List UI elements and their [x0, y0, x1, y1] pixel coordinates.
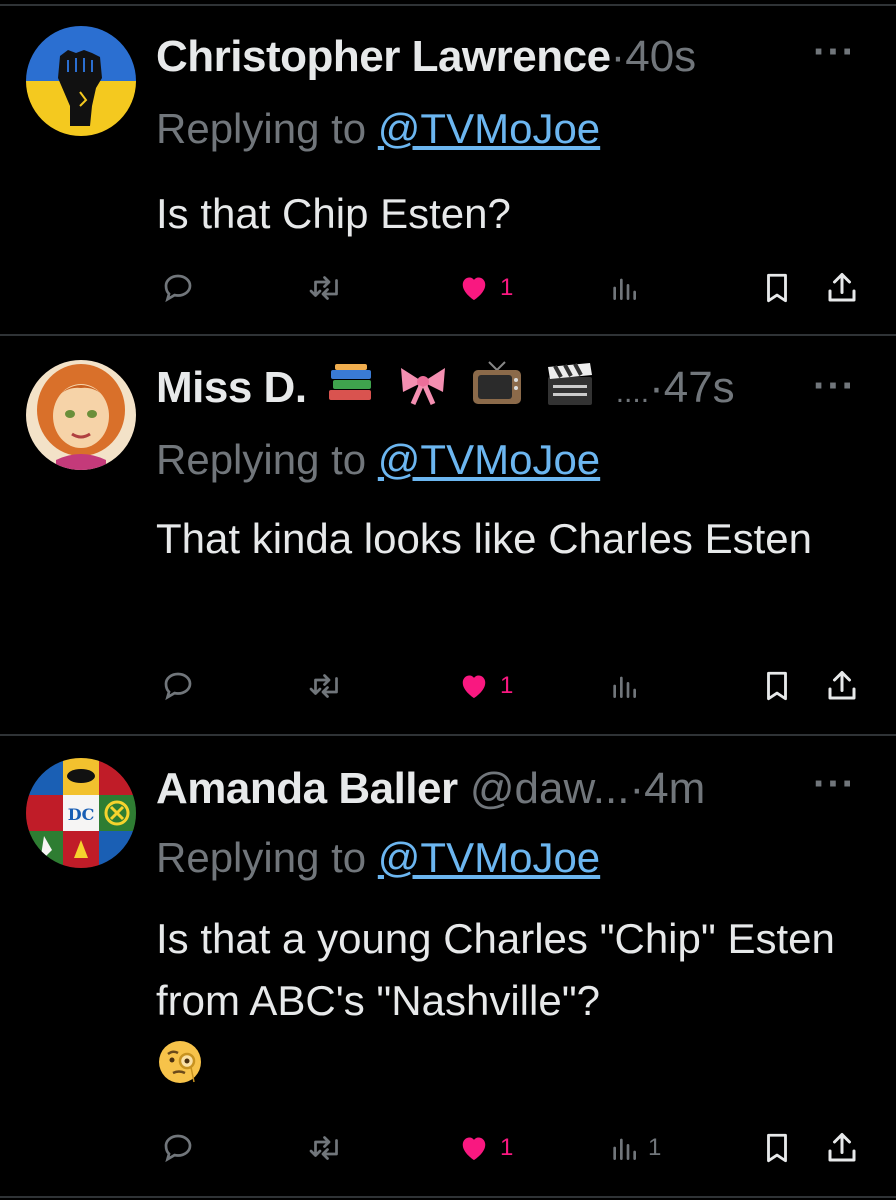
replying-to: Replying to @TVMoJoe	[156, 103, 600, 155]
replying-handle-link[interactable]: @TVMoJoe	[378, 105, 600, 152]
television-emoji-icon	[471, 360, 523, 421]
share-button[interactable]	[824, 1128, 860, 1168]
avatar-miss-d[interactable]	[26, 360, 136, 470]
retweet-button[interactable]	[306, 268, 346, 308]
views-button[interactable]	[608, 666, 648, 706]
clapper-board-emoji-icon	[545, 361, 595, 420]
heart-icon	[462, 277, 486, 300]
retweet-icon	[309, 674, 338, 698]
tweet-3[interactable]: DC Amanda Baller @daw...·4m ··· Replying…	[0, 736, 896, 1200]
tweet-header: Miss D. ....·47s	[156, 360, 735, 421]
more-options-button[interactable]: ···	[813, 364, 856, 409]
tweet-text: Is that a young Charles "Chip" Esten fro…	[156, 908, 856, 1090]
like-button[interactable]: 1	[456, 1128, 513, 1168]
replying-label: Replying to	[156, 436, 367, 483]
retweet-icon	[309, 276, 338, 300]
name-overflow: ....	[615, 376, 650, 410]
display-name[interactable]: Amanda Baller	[156, 764, 458, 813]
timestamp[interactable]: 47s	[664, 363, 735, 412]
views-icon	[613, 278, 636, 300]
share-button[interactable]	[824, 268, 860, 308]
replying-handle-link[interactable]: @TVMoJoe	[378, 834, 600, 881]
reply-button[interactable]	[160, 268, 196, 308]
timestamp[interactable]: 4m	[644, 764, 705, 813]
reply-button[interactable]	[160, 666, 196, 706]
more-options-button[interactable]: ···	[813, 762, 856, 807]
tweet-text: Is that Chip Esten?	[156, 190, 511, 237]
heart-icon	[462, 675, 486, 698]
bookmark-icon	[767, 671, 787, 701]
reply-icon	[164, 1134, 192, 1163]
like-count: 1	[500, 1134, 514, 1161]
like-count: 1	[500, 274, 514, 301]
timestamp[interactable]: 40s	[625, 32, 696, 81]
action-bar: 1 1	[156, 1128, 866, 1168]
tweet-header: Amanda Baller @daw...·4m	[156, 762, 705, 816]
action-bar: 1	[156, 268, 866, 308]
avatar-christopher[interactable]	[26, 26, 136, 136]
like-count: 1	[500, 672, 514, 699]
heart-icon	[462, 1137, 486, 1160]
bookmark-button[interactable]	[760, 1128, 794, 1168]
like-button[interactable]: 1	[456, 666, 513, 706]
display-name[interactable]: Miss D.	[156, 363, 307, 412]
ribbon-emoji-icon	[397, 362, 449, 419]
avatar-amanda[interactable]: DC	[26, 758, 136, 868]
reply-button[interactable]	[160, 1128, 196, 1168]
view-count: 1	[648, 1134, 662, 1161]
reply-icon	[164, 274, 192, 303]
tweet-text: That kinda looks like Charles Esten	[156, 515, 812, 562]
replying-handle-link[interactable]: @TVMoJoe	[378, 436, 600, 483]
tweet-2[interactable]: Miss D. ....·47s ··· Replying to @TVMoJo…	[0, 336, 896, 734]
like-button[interactable]: 1	[456, 268, 513, 308]
replying-to: Replying to @TVMoJoe	[156, 832, 600, 884]
divider	[0, 1196, 896, 1198]
views-button[interactable]	[608, 268, 648, 308]
replying-label: Replying to	[156, 834, 367, 881]
more-options-button[interactable]: ···	[813, 30, 856, 75]
separator: ·	[610, 32, 626, 81]
retweet-icon	[309, 1136, 338, 1160]
user-handle[interactable]: @daw...	[470, 764, 630, 813]
share-icon	[828, 671, 856, 700]
tweet-1[interactable]: Christopher Lawrence·40s ··· Replying to…	[0, 0, 896, 334]
views-icon	[613, 676, 636, 698]
tweet-text-content: Is that a young Charles "Chip" Esten fro…	[156, 915, 835, 1024]
separator: ·	[629, 764, 645, 813]
views-icon	[613, 1138, 636, 1160]
svg-text:DC: DC	[68, 805, 95, 824]
separator: ·	[649, 363, 664, 413]
tweet-header: Christopher Lawrence·40s	[156, 30, 696, 84]
share-button[interactable]	[824, 666, 860, 706]
share-icon	[828, 273, 856, 302]
share-icon	[828, 1133, 856, 1162]
display-name[interactable]: Christopher Lawrence	[156, 32, 611, 81]
replying-to: Replying to @TVMoJoe	[156, 434, 600, 486]
retweet-button[interactable]	[306, 666, 346, 706]
bookmark-button[interactable]	[760, 268, 794, 308]
bookmark-button[interactable]	[760, 666, 794, 706]
bookmark-icon	[767, 1133, 787, 1163]
bookmark-icon	[767, 273, 787, 303]
replying-label: Replying to	[156, 105, 367, 152]
retweet-button[interactable]	[306, 1128, 346, 1168]
action-bar: 1	[156, 666, 866, 706]
reply-icon	[164, 672, 192, 701]
books-emoji-icon	[327, 362, 375, 419]
views-button[interactable]: 1	[608, 1128, 661, 1168]
face-with-monocle-emoji-icon	[156, 1038, 856, 1090]
